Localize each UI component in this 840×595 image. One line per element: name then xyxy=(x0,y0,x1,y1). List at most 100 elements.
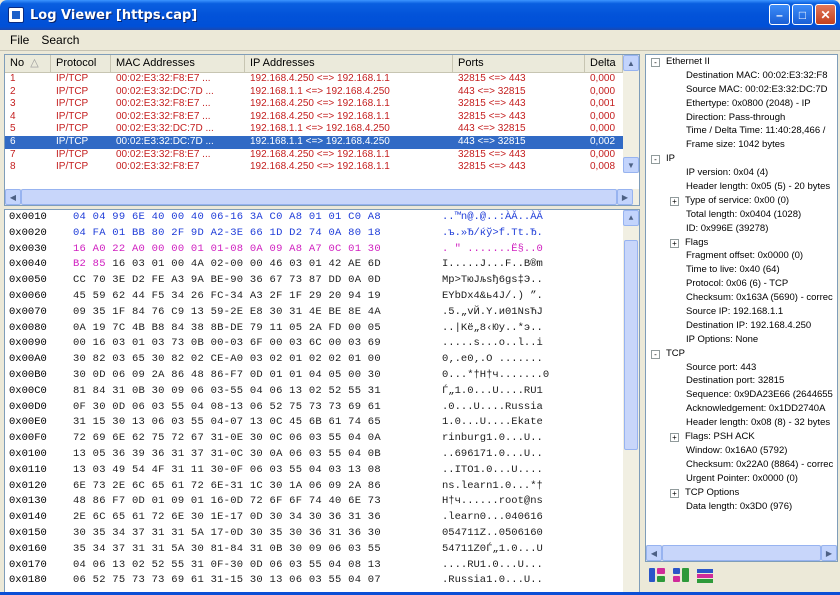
tree-leaf[interactable]: Destination port: 32815 xyxy=(646,374,837,388)
tree-leaf[interactable]: Source IP: 192.168.1.1 xyxy=(646,305,837,319)
hex-row[interactable]: 0x0090 00 16 03 01 03 73 0B 00-03 6F 00 0… xyxy=(5,336,639,352)
hex-row[interactable]: 0x0160 35 34 37 31 31 5A 30 81-84 31 0B 3… xyxy=(5,542,639,558)
scroll-right-arrow-icon[interactable]: ▶ xyxy=(821,545,837,561)
column-header-no[interactable]: No △ xyxy=(5,55,51,72)
scroll-up-arrow-icon[interactable]: ▲ xyxy=(623,55,639,71)
menu-file[interactable]: File xyxy=(4,31,35,49)
tree-node-expandable[interactable]: - Ethernet II xyxy=(646,55,837,69)
hex-row[interactable]: 0x0170 04 06 13 02 52 55 31 0F-30 0D 06 0… xyxy=(5,558,639,574)
tree-leaf[interactable]: Source MAC: 00:02:E3:32:DC:7D xyxy=(646,83,837,97)
hex-row[interactable]: 0x0030 16 A0 22 A0 00 00 01 01-08 0A 09 A… xyxy=(5,242,639,258)
packet-row[interactable]: 6 IP/TCP 00:02:E3:32:DC:7D ... 192.168.1.1 … xyxy=(5,135,639,149)
hex-row[interactable]: 0x0100 13 05 36 39 36 31 37 31-0C 30 0A 0… xyxy=(5,447,639,463)
hex-row[interactable]: 0x00B0 30 0D 06 09 2A 86 48 86-F7 0D 01 0… xyxy=(5,368,639,384)
hex-vscroll[interactable]: ▲ xyxy=(623,210,639,592)
collapse-icon[interactable]: - xyxy=(651,58,660,67)
hex-row[interactable]: 0x0120 6E 73 2E 6C 65 61 72 6E-31 1C 30 1… xyxy=(5,479,639,495)
hex-row[interactable]: 0x00D0 0F 30 0D 06 03 55 04 08-13 06 52 7… xyxy=(5,400,639,416)
packet-row[interactable]: 8 IP/TCP 00:02:E3:32:F8:E7 192.168.4.250 <=… xyxy=(5,161,639,174)
tree-node-expandable[interactable]: + Type of service: 0x00 (0) xyxy=(646,194,837,208)
tree-hscroll-thumb[interactable] xyxy=(662,545,821,561)
tree-leaf[interactable]: Total length: 0x0404 (1028) xyxy=(646,208,837,222)
tree-leaf[interactable]: Data length: 0x3D0 (976) xyxy=(646,500,837,514)
hex-row[interactable]: 0x0050 CC 70 3E D2 FE A3 9A BE-90 36 67 7… xyxy=(5,273,639,289)
tree-leaf[interactable]: ID: 0x996E (39278) xyxy=(646,222,837,236)
collapse-icon[interactable]: - xyxy=(651,349,660,359)
tree-leaf[interactable]: Direction: Pass-through xyxy=(646,111,837,125)
expand-icon[interactable]: + xyxy=(670,488,679,498)
hex-row[interactable]: 0x00F0 72 69 6E 62 75 72 67 31-0E 30 0C 0… xyxy=(5,431,639,447)
menu-search[interactable]: Search xyxy=(35,31,85,49)
packet-row[interactable]: 7 IP/TCP 00:02:E3:32:F8:E7 ... 192.168.4.25… xyxy=(5,149,639,162)
maximize-button[interactable]: □ xyxy=(792,4,813,25)
column-header-delta[interactable]: Delta xyxy=(585,55,623,72)
expand-icon[interactable]: + xyxy=(670,433,679,443)
hex-row[interactable]: 0x0080 0A 19 7C 4B B8 84 38 8B-DE 79 11 0… xyxy=(5,321,639,337)
tree-leaf[interactable]: Checksum: 0x163A (5690) - correc xyxy=(646,291,837,305)
hex-row[interactable]: 0x00E0 31 15 30 13 06 03 55 04-07 13 0C 4… xyxy=(5,415,639,431)
tree-hscroll[interactable]: ◀ ▶ xyxy=(646,545,837,561)
tree-leaf[interactable]: Time to live: 0x40 (64) xyxy=(646,263,837,277)
hex-row[interactable]: 0x0130 48 86 F7 0D 01 09 01 16-0D 72 6F 6… xyxy=(5,494,639,510)
hex-row[interactable]: 0x0140 2E 6C 65 61 72 6E 30 1E-17 0D 30 3… xyxy=(5,510,639,526)
scroll-down-arrow-icon[interactable]: ▼ xyxy=(623,157,639,173)
tree-node-expandable[interactable]: + Flags xyxy=(646,236,837,250)
tree-leaf[interactable]: Window: 0x16A0 (5792) xyxy=(646,444,837,458)
tree-node-expandable[interactable]: + TCP Options xyxy=(646,486,837,500)
tree-leaf[interactable]: Sequence: 0x9DA23E66 (2644655 xyxy=(646,388,837,402)
close-button[interactable]: ✕ xyxy=(815,4,836,25)
hex-scroll-thumb[interactable] xyxy=(624,240,638,450)
columns-view-icon[interactable] xyxy=(672,566,690,584)
tree-leaf[interactable]: Protocol: 0x06 (6) - TCP xyxy=(646,277,837,291)
packet-row[interactable]: 1 IP/TCP 00:02:E3:32:F8:E7 ... 192.168.4.25… xyxy=(5,73,639,86)
packet-list-vscroll[interactable]: ▲ ▼ xyxy=(623,55,639,173)
scroll-left-arrow-icon[interactable]: ◀ xyxy=(646,545,662,561)
hex-row[interactable]: 0x0060 45 59 62 44 F5 34 26 FC-34 A3 2F 1… xyxy=(5,289,639,305)
tree-leaf[interactable]: Destination IP: 192.168.4.250 xyxy=(646,319,837,333)
tree-node-expandable[interactable]: + Flags: PSH ACK xyxy=(646,430,837,444)
column-header-protocol[interactable]: Protocol xyxy=(51,55,111,72)
hex-row[interactable]: 0x0110 13 03 49 54 4F 31 11 30-0F 06 03 5… xyxy=(5,463,639,479)
tree-leaf[interactable]: Header length: 0x05 (5) - 20 bytes xyxy=(646,180,837,194)
column-header-ports[interactable]: Ports xyxy=(453,55,585,72)
hscroll-thumb[interactable] xyxy=(21,189,617,205)
column-header-mac[interactable]: MAC Addresses xyxy=(111,55,245,72)
scroll-up-arrow-icon[interactable]: ▲ xyxy=(623,210,639,226)
tree-leaf[interactable]: Source port: 443 xyxy=(646,361,837,375)
tree-leaf[interactable]: Time / Delta Time: 11:40:28,466 / xyxy=(646,124,837,138)
expand-icon[interactable]: + xyxy=(670,196,679,206)
hex-row[interactable]: 0x0010 04 04 99 6E 40 00 40 06-16 3A C0 A… xyxy=(5,210,639,226)
packet-row[interactable]: 2 IP/TCP 00:02:E3:32:DC:7D ... 192.168.1.1 … xyxy=(5,86,639,99)
tree-leaf[interactable]: Destination MAC: 00:02:E3:32:F8 xyxy=(646,69,837,83)
tree-leaf[interactable]: Urgent Pointer: 0x0000 (0) xyxy=(646,472,837,486)
rows-view-icon[interactable] xyxy=(696,566,714,584)
hex-row[interactable]: 0x0040 B2 85 16 03 01 00 4A 02-00 00 46 0… xyxy=(5,257,639,273)
tree-leaf[interactable]: IP Options: None xyxy=(646,333,837,347)
tree-node-expandable[interactable]: - IP xyxy=(646,152,837,166)
packet-row[interactable]: 4 IP/TCP 00:02:E3:32:F8:E7 ... 192.168.4.25… xyxy=(5,111,639,124)
tree-leaf[interactable]: Fragment offset: 0x0000 (0) xyxy=(646,249,837,263)
column-header-ip[interactable]: IP Addresses xyxy=(245,55,453,72)
packet-list-hscroll[interactable]: ◀ ▶ xyxy=(5,189,639,205)
packet-row[interactable]: 3 IP/TCP 00:02:E3:32:F8:E7 ... 192.168.4.25… xyxy=(5,98,639,111)
hex-row[interactable]: 0x00C0 81 84 31 0B 30 09 06 03-55 04 06 1… xyxy=(5,384,639,400)
hex-row[interactable]: 0x0150 30 35 34 37 31 31 5A 17-0D 30 35 3… xyxy=(5,526,639,542)
tree-leaf[interactable]: Ethertype: 0x0800 (2048) - IP xyxy=(646,97,837,111)
tree-leaf[interactable]: Acknowledgement: 0x1DD2740A xyxy=(646,402,837,416)
tree-leaf[interactable]: IP version: 0x04 (4) xyxy=(646,166,837,180)
hex-row[interactable]: 0x0070 09 35 1F 84 76 C9 13 59-2E E8 30 3… xyxy=(5,305,639,321)
tree-leaf[interactable]: Header length: 0x08 (8) - 32 bytes xyxy=(646,416,837,430)
hex-row[interactable]: 0x0180 06 52 75 73 73 69 61 31-15 30 13 0… xyxy=(5,573,639,589)
scroll-right-arrow-icon[interactable]: ▶ xyxy=(617,189,633,205)
collapse-icon[interactable]: - xyxy=(651,155,660,165)
tree-node-expandable[interactable]: - TCP xyxy=(646,347,837,361)
expand-icon[interactable]: + xyxy=(670,238,679,248)
split-view-icon[interactable] xyxy=(648,566,666,584)
hex-row[interactable]: 0x00A0 30 82 03 65 30 82 02 CE-A0 03 02 0… xyxy=(5,352,639,368)
packet-row[interactable]: 5 IP/TCP 00:02:E3:32:DC:7D ... 192.168.1.1 … xyxy=(5,123,639,136)
scroll-left-arrow-icon[interactable]: ◀ xyxy=(5,189,21,205)
tree-leaf[interactable]: Frame size: 1042 bytes xyxy=(646,138,837,152)
minimize-button[interactable]: – xyxy=(769,4,790,25)
hex-row[interactable]: 0x0020 04 FA 01 BB 80 2F 9D A2-3E 66 1D D… xyxy=(5,226,639,242)
tree-leaf[interactable]: Checksum: 0x22A0 (8864) - correc xyxy=(646,458,837,472)
